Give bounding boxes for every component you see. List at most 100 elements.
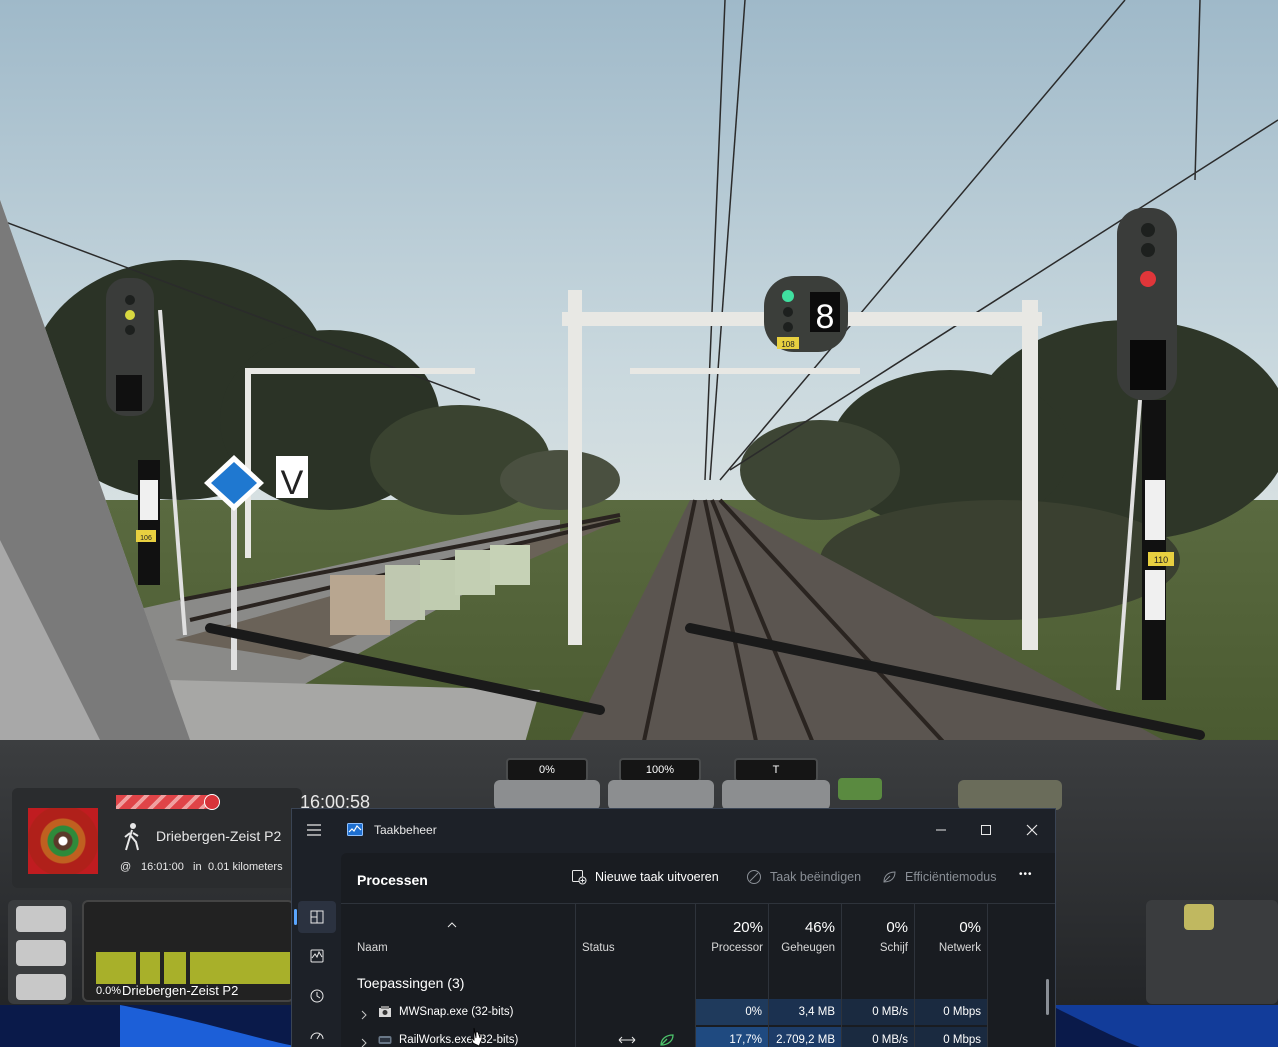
nav-processes[interactable] xyxy=(298,901,336,933)
hud-eta-distance: 0.01 kilometers xyxy=(208,861,283,873)
vertical-scrollbar[interactable] xyxy=(1046,979,1049,1015)
hamburger-menu-icon[interactable] xyxy=(306,823,324,837)
control-lever-middle[interactable] xyxy=(608,780,714,810)
column-status-header[interactable]: Status xyxy=(582,942,615,954)
process-disk: 0 MB/s xyxy=(842,999,914,1025)
load-cargo-button[interactable] xyxy=(16,906,66,932)
run-new-task-button[interactable]: Nieuwe taak uitvoeren xyxy=(571,869,719,885)
end-task-icon xyxy=(747,870,761,884)
task-manager-app-icon xyxy=(347,823,363,836)
column-divider xyxy=(768,903,769,1047)
minimize-button[interactable] xyxy=(918,815,964,845)
process-name: MWSnap.exe (32-bits) xyxy=(399,1006,514,1018)
nav-startup-apps[interactable] xyxy=(298,1019,336,1047)
hud-next-station: Driebergen-Zeist P2 xyxy=(156,828,282,844)
startup-speedometer-icon xyxy=(310,1032,324,1040)
close-icon xyxy=(1026,824,1038,836)
header-divider xyxy=(341,903,1055,904)
route-progress-station: Driebergen-Zeist P2 xyxy=(122,983,239,998)
more-options-button[interactable]: ••• xyxy=(1019,869,1033,880)
sort-ascending-icon xyxy=(447,915,457,933)
active-page-indicator xyxy=(294,909,297,925)
hud-eta-in: in xyxy=(193,861,202,873)
efficiency-mode-button[interactable]: Efficiëntiemodus xyxy=(881,869,997,885)
column-name-header[interactable]: Naam xyxy=(357,942,388,954)
efficiency-status-icon xyxy=(618,1033,636,1047)
nav-rail xyxy=(292,853,340,1047)
route-progress-pct: 0.0% xyxy=(96,985,122,997)
minimize-icon xyxy=(936,829,946,831)
network-total: 0% xyxy=(959,919,981,936)
mouse-cursor-icon xyxy=(470,1027,484,1047)
column-cpu-header[interactable]: Processor xyxy=(701,942,763,954)
nav-performance[interactable] xyxy=(298,940,336,972)
end-task-button[interactable]: Taak beëindigen xyxy=(746,869,861,885)
timer-icon xyxy=(204,794,220,810)
process-row[interactable]: MWSnap.exe (32-bits) 0% 3,4 MB 0 MB/s 0 … xyxy=(341,999,1041,1025)
process-network: 0 Mbps xyxy=(915,1027,987,1047)
reverser-slot: 0% xyxy=(506,758,588,782)
coupling-button[interactable] xyxy=(16,974,66,1000)
close-button[interactable] xyxy=(1009,815,1055,845)
process-cpu: 17,7% xyxy=(696,1027,768,1047)
maximize-icon xyxy=(981,825,991,835)
window-title: Taakbeheer xyxy=(374,823,437,837)
view-cab-button[interactable] xyxy=(1184,904,1214,930)
route-progress-blocks xyxy=(96,952,290,984)
leaf-status-icon xyxy=(659,1033,675,1047)
column-divider xyxy=(575,903,576,1047)
column-disk-header[interactable]: Schijf xyxy=(846,942,908,954)
maximize-button[interactable] xyxy=(963,815,1009,845)
control-lever-left[interactable] xyxy=(494,780,600,810)
memory-total: 46% xyxy=(804,919,835,936)
column-memory-header[interactable]: Geheugen xyxy=(773,942,835,954)
expand-chevron-icon[interactable] xyxy=(361,1035,367,1047)
process-row[interactable]: RailWorks.exe (32-bits) 17,7% 2.709,2 MB… xyxy=(341,1027,1041,1047)
column-divider xyxy=(841,903,842,1047)
mwsnap-app-icon xyxy=(378,1005,392,1019)
cpu-total: 20% xyxy=(732,919,763,936)
processes-page: Processen Nieuwe taak uitvoeren Taak beë… xyxy=(341,853,1055,1047)
throttle-slot: 100% xyxy=(619,758,701,782)
signal-plate-left: 106 xyxy=(140,535,152,542)
performance-icon xyxy=(310,949,324,963)
expand-chevron-icon[interactable] xyxy=(361,1007,367,1025)
hud-right-lamps xyxy=(958,780,1062,810)
efficiency-mode-label: Efficiëntiemodus xyxy=(905,870,997,884)
processes-icon xyxy=(310,910,324,924)
disk-total: 0% xyxy=(886,919,908,936)
column-divider xyxy=(914,903,915,1047)
hud-eta-prefix: @ xyxy=(120,861,132,873)
hud-eta-time: 16:01:00 xyxy=(141,861,184,873)
more-options-icon: ••• xyxy=(1019,869,1033,880)
new-task-icon xyxy=(572,870,587,885)
column-network-header[interactable]: Netwerk xyxy=(919,942,981,954)
task-manager-window: Taakbeheer Processen Nieuwe taak uitvoer… xyxy=(291,808,1056,1047)
process-disk: 0 MB/s xyxy=(842,1027,914,1047)
group-apps-label[interactable]: Toepassingen (3) xyxy=(357,975,464,991)
signal-plate-right: 110 xyxy=(1154,555,1168,565)
process-memory: 2.709,2 MB xyxy=(769,1027,841,1047)
v-sign: V xyxy=(281,464,304,502)
nav-app-history[interactable] xyxy=(298,980,336,1012)
run-new-task-label: Nieuwe taak uitvoeren xyxy=(595,870,719,884)
camera-toggle-icon[interactable] xyxy=(838,778,882,800)
walking-person-icon xyxy=(122,822,142,852)
center-signal: 8 108 xyxy=(764,276,848,352)
control-lever-right[interactable] xyxy=(722,780,830,810)
process-network: 0 Mbps xyxy=(915,999,987,1025)
timetable-button[interactable] xyxy=(16,940,66,966)
signal-number: 8 xyxy=(816,298,835,336)
speed-limit-bar xyxy=(116,795,212,809)
leaf-icon xyxy=(883,871,896,883)
process-memory: 3,4 MB xyxy=(769,999,841,1025)
column-divider xyxy=(987,903,988,1047)
column-divider xyxy=(695,903,696,1047)
signal-plate-center: 108 xyxy=(781,340,795,349)
page-title: Processen xyxy=(357,872,428,888)
signal-aspect-indicator xyxy=(28,808,98,874)
railworks-app-icon xyxy=(378,1033,392,1047)
process-name: RailWorks.exe (32-bits) xyxy=(399,1034,519,1046)
end-task-label: Taak beëindigen xyxy=(770,870,862,884)
process-cpu: 0% xyxy=(696,999,768,1025)
